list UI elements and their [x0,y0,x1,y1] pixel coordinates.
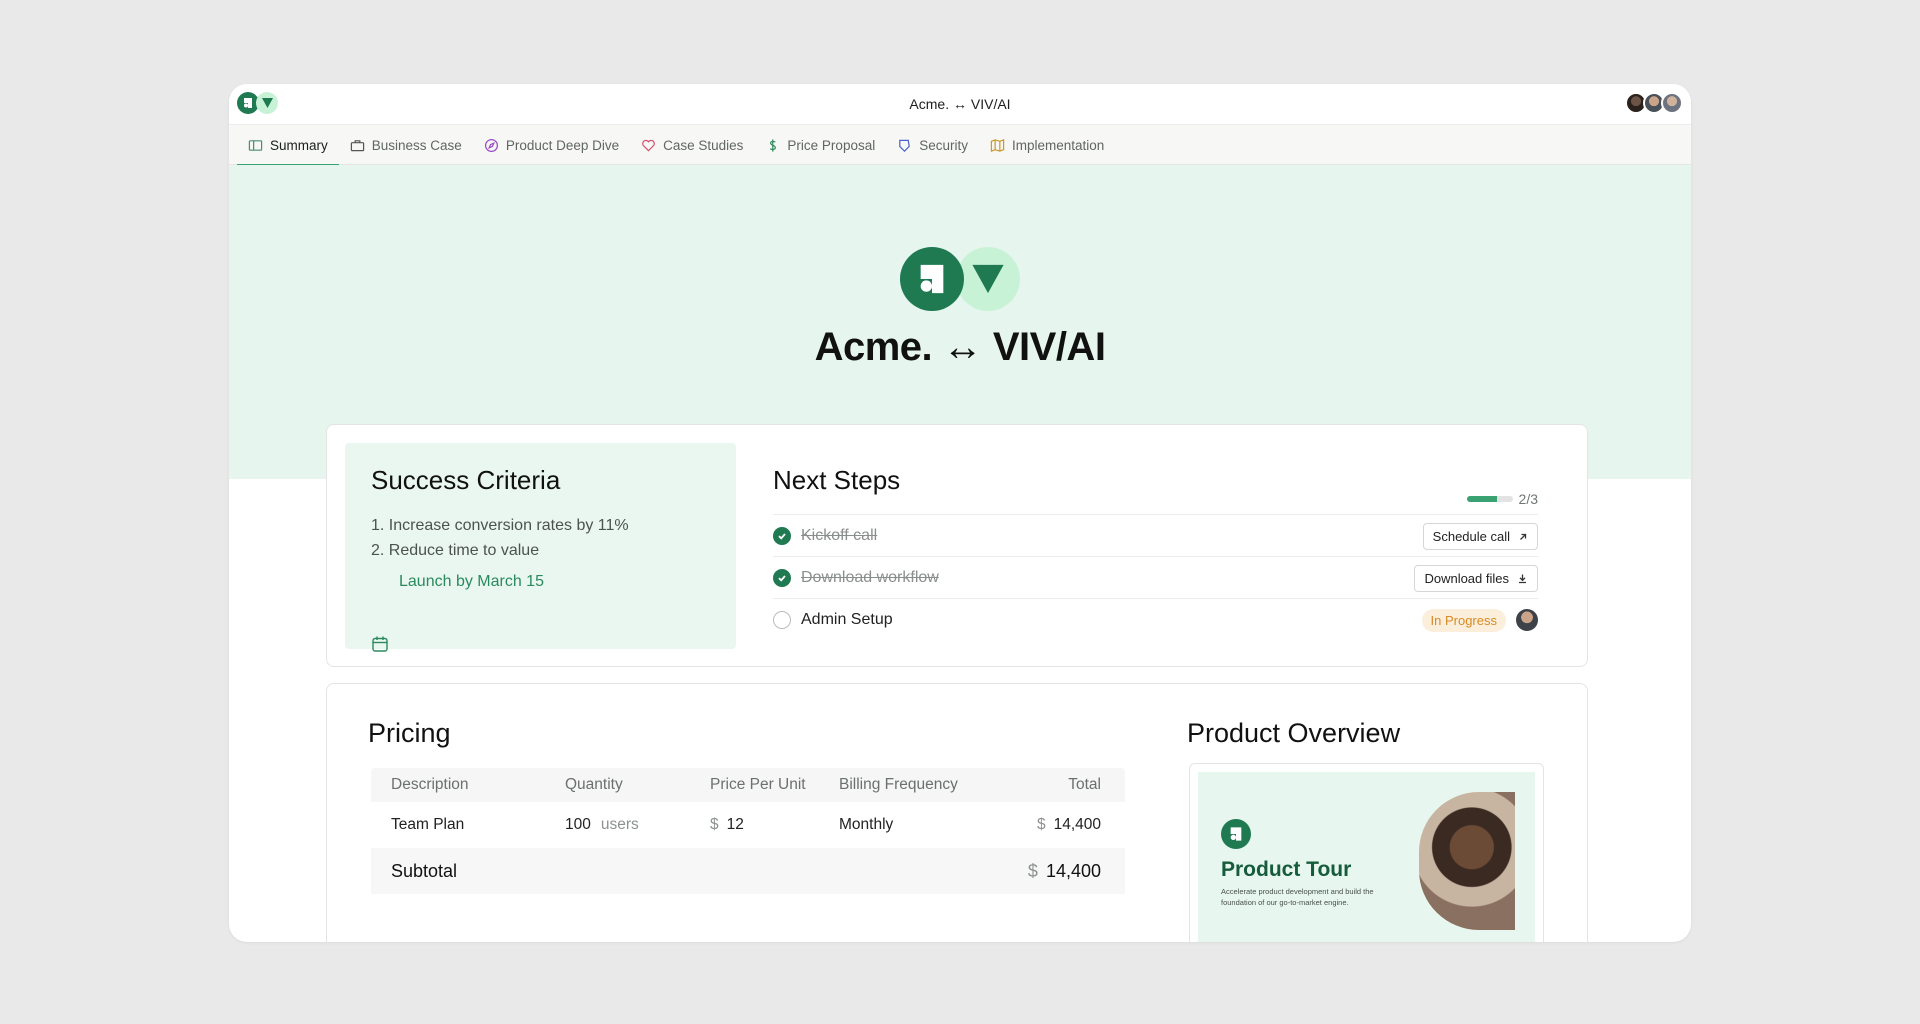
product-tour-card[interactable]: Product Tour Accelerate product developm… [1189,763,1544,942]
page-title: Acme. ↔ VIV/AI [814,325,1106,369]
cell-price: $12 [710,816,744,834]
button-label: Schedule call [1432,529,1510,544]
pricing-table: Description Quantity Price Per Unit Bill… [371,768,1125,894]
shield-icon [899,139,911,152]
column-header: Billing Frequency [839,776,958,793]
column-header: Total [1068,776,1101,793]
check-icon[interactable] [773,526,791,545]
step-row: Kickoff call Schedule call [773,514,1538,556]
summary-card: Success Criteria 1. Increase conversion … [326,424,1588,667]
tab-summary[interactable]: Summary [237,125,339,166]
price-value: 12 [726,816,744,833]
tab-label: Implementation [1012,137,1105,153]
tab-case-studies[interactable]: Case Studies [630,125,754,165]
cell-description: Team Plan [391,816,465,833]
product-overview-title: Product Overview [1187,718,1401,748]
quantity-unit: users [600,816,639,833]
app-window: Acme. ↔ VIV/AI Summary Business Case Pro… [229,84,1691,942]
column-header: Quantity [565,776,623,793]
tab-price-proposal[interactable]: Price Proposal [754,125,886,165]
subtotal-amount: 14,400 [1045,860,1101,881]
tab-business-case[interactable]: Business Case [339,125,473,165]
success-criteria-list: 1. Increase conversion rates by 11% 2. R… [371,513,629,563]
viv-logo-icon [956,247,1020,311]
success-criteria-title: Success Criteria [371,465,561,495]
calendar-icon[interactable] [371,635,389,653]
product-tour-description: Accelerate product development and build… [1221,887,1374,907]
progress-bar [1466,496,1513,502]
pricing-card: Pricing Description Quantity Price Per U… [326,683,1588,942]
tab-security[interactable]: Security [886,125,979,165]
check-icon[interactable] [773,568,791,587]
status-badge: In Progress [1421,609,1506,632]
currency-symbol: $ [710,816,719,833]
progress-bar-fill [1466,496,1498,502]
progress-text: 2/3 [1518,491,1538,507]
next-steps-title: Next Steps [773,465,901,495]
steps-progress: 2/3 [1466,491,1538,507]
column-header: Description [391,776,469,793]
column-header: Price Per Unit [710,776,806,793]
next-steps-panel: Next Steps 2/3 Kickoff call Schedule cal… [773,445,1538,632]
assignee-avatar[interactable] [1516,609,1538,631]
button-label: Download files [1424,571,1509,586]
subtotal-row: Subtotal $14,400 [371,848,1125,894]
titlebar: Acme. ↔ VIV/AI [229,84,1691,124]
step-row: Download workflow Download files [773,556,1538,598]
step-label: Download workflow [801,568,939,586]
map-icon [990,138,1005,152]
checkbox[interactable] [773,610,791,629]
hero-logo [900,247,1020,311]
launch-date[interactable]: Launch by March 15 [399,573,544,591]
briefcase-icon [350,139,364,151]
list-item: 2. Reduce time to value [371,542,540,559]
schedule-call-button[interactable]: Schedule call [1422,523,1538,550]
quantity-value: 100 [565,816,591,833]
tab-label: Business Case [371,137,462,153]
acme-logo-icon [1221,819,1251,849]
book-icon [248,139,263,151]
product-tour-thumbnail: Product Tour Accelerate product developm… [1198,772,1535,942]
list-item: 1. Increase conversion rates by 11% [371,517,629,534]
window-title: Acme. ↔ VIV/AI [909,96,1011,112]
acme-logo-icon [900,247,964,311]
tab-label: Price Proposal [787,137,876,153]
download-icon [1519,574,1526,584]
table-row[interactable]: Team Plan 100 users $12 Monthly $14,400 [371,802,1125,848]
avatar[interactable] [1661,92,1683,114]
total-value: 14,400 [1053,816,1101,833]
tab-label: Case Studies [663,137,744,153]
tab-bar: Summary Business Case Product Deep Dive … [229,124,1691,166]
subtotal-value: $14,400 [1028,861,1101,882]
tab-label: Summary [270,137,328,153]
currency-symbol: $ [1027,860,1038,881]
cell-total: $14,400 [1037,816,1101,834]
step-row: Admin Setup In Progress [773,598,1538,640]
cell-quantity: 100 users [565,816,639,834]
currency-symbol: $ [1036,816,1046,833]
download-files-button[interactable]: Download files [1414,565,1538,592]
subtotal-label: Subtotal [391,860,458,881]
collaborator-avatars[interactable] [1625,92,1683,114]
tab-label: Security [919,137,968,153]
success-criteria-panel: Success Criteria 1. Increase conversion … [345,443,736,652]
step-label: Kickoff call [801,526,878,544]
tab-implementation[interactable]: Implementation [979,125,1115,165]
compass-icon [484,138,498,152]
steps-list: Kickoff call Schedule call Download work… [773,514,1538,640]
step-label: Admin Setup [801,610,893,628]
tab-label: Product Deep Dive [505,137,620,153]
cell-frequency: Monthly [839,816,894,833]
table-header: Description Quantity Price Per Unit Bill… [371,768,1125,802]
pricing-title: Pricing [368,718,451,748]
person-photo [1419,792,1515,930]
tab-product-deep-dive[interactable]: Product Deep Dive [473,125,630,165]
arrow-up-right-icon [1520,533,1527,540]
product-tour-title: Product Tour [1221,858,1352,881]
heart-icon [642,139,655,152]
dollar-icon [770,138,777,152]
